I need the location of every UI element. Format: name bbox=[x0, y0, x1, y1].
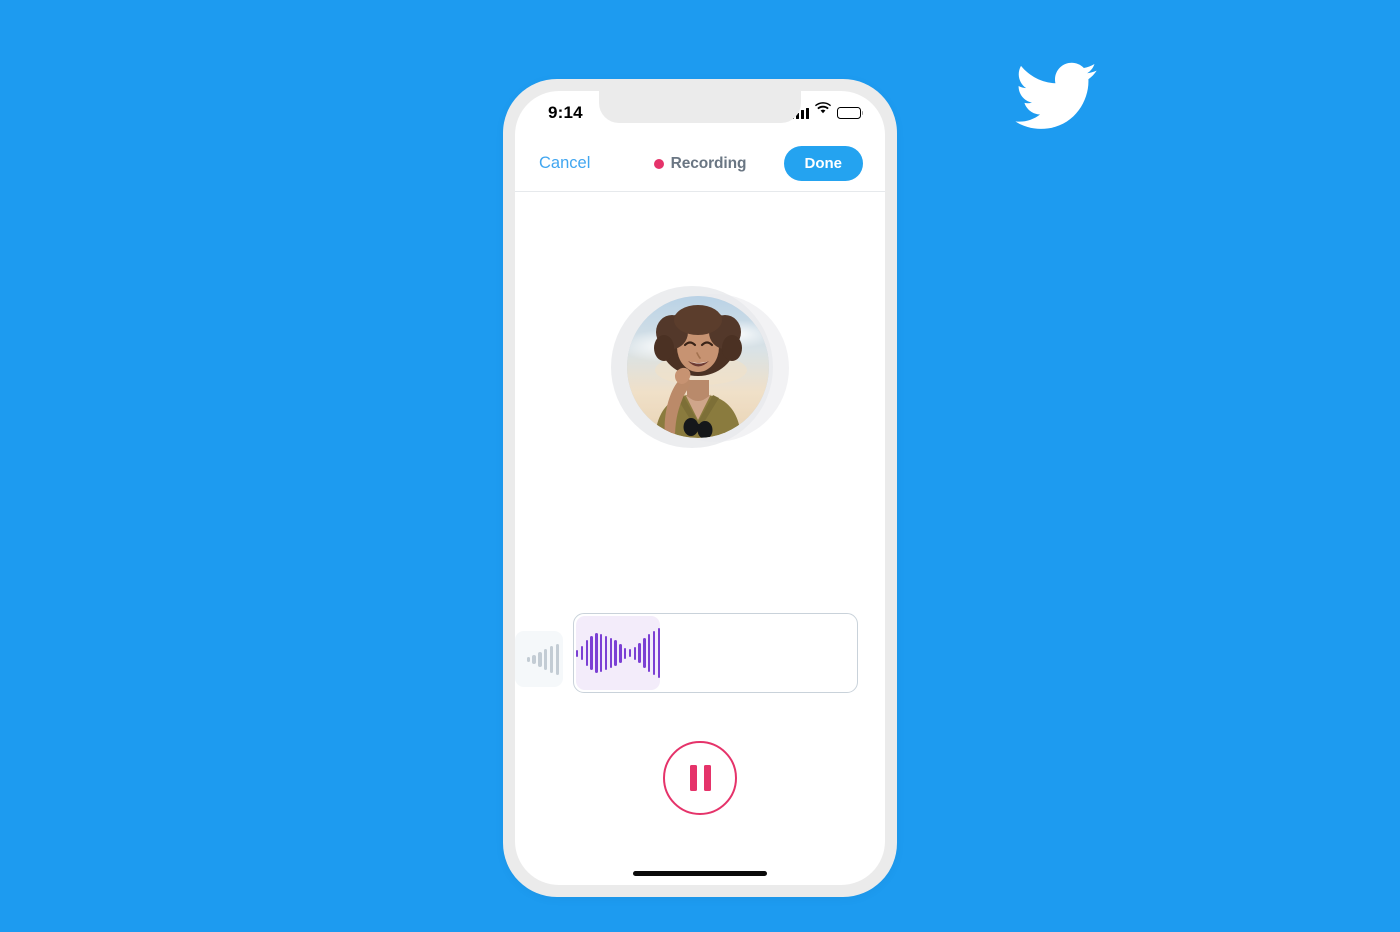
waveform-bar bbox=[604, 636, 608, 670]
avatar-pulse-wrap bbox=[611, 286, 789, 456]
nav-bar: Cancel Recording Done bbox=[515, 137, 885, 192]
done-button[interactable]: Done bbox=[783, 146, 863, 181]
cancel-button[interactable]: Cancel bbox=[539, 154, 590, 173]
home-indicator[interactable] bbox=[633, 871, 767, 876]
waveform-bar bbox=[633, 646, 637, 660]
waveform-bar bbox=[590, 636, 593, 670]
waveform-bar bbox=[575, 649, 579, 657]
waveform-track[interactable] bbox=[573, 613, 858, 693]
pause-icon-bar-right bbox=[703, 765, 711, 791]
waveform-bar bbox=[638, 643, 641, 663]
status-bar-icons bbox=[791, 102, 864, 119]
waveform-row bbox=[515, 613, 885, 703]
status-bar-time: 9:14 bbox=[548, 103, 583, 122]
recording-dot-icon bbox=[653, 159, 664, 169]
waveform-bar bbox=[549, 645, 554, 673]
waveform-bar bbox=[647, 634, 651, 672]
waveform-bar bbox=[580, 646, 584, 660]
waveform-bar bbox=[623, 647, 627, 659]
avatar-area bbox=[515, 286, 885, 466]
waveform-bar bbox=[657, 628, 661, 678]
battery-icon bbox=[837, 107, 864, 119]
phone-frame: 9:14 Cancel Recording Done bbox=[503, 79, 897, 897]
phone-notch bbox=[599, 91, 801, 123]
pause-icon-bar-left bbox=[689, 765, 697, 791]
phone-screen: 9:14 Cancel Recording Done bbox=[515, 91, 885, 885]
avatar[interactable] bbox=[627, 296, 769, 438]
waveform-bar bbox=[544, 648, 548, 670]
waveform-bar bbox=[585, 640, 589, 666]
waveform-bar bbox=[628, 649, 632, 657]
waveform-bar bbox=[555, 643, 559, 675]
waveform-bar bbox=[643, 638, 646, 668]
pause-recording-button[interactable] bbox=[663, 741, 737, 815]
waveform-bar bbox=[538, 651, 542, 667]
waveform-bar bbox=[614, 640, 617, 666]
active-clip-waveform-icon[interactable] bbox=[575, 616, 661, 690]
waveform-bar bbox=[652, 631, 656, 675]
waveform-bar bbox=[532, 654, 536, 664]
wifi-icon bbox=[815, 101, 831, 119]
previous-clip-waveform-icon bbox=[515, 631, 563, 687]
waveform-bar bbox=[609, 638, 613, 668]
recording-status-label: Recording bbox=[670, 155, 747, 172]
waveform-bar bbox=[595, 633, 598, 673]
waveform-bar bbox=[619, 643, 622, 663]
waveform-bar bbox=[599, 634, 603, 672]
waveform-bar bbox=[526, 656, 531, 662]
twitter-bird-icon bbox=[1015, 62, 1097, 130]
